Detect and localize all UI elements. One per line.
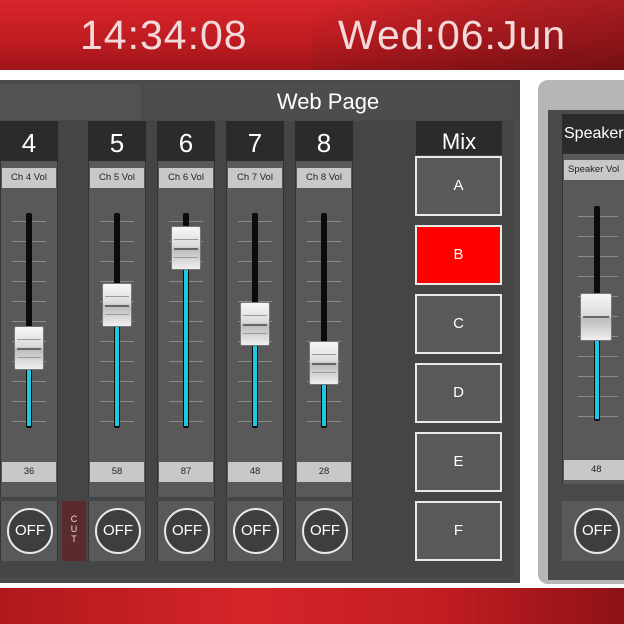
channel-value: 58 — [90, 462, 144, 482]
channel-off-button[interactable]: OFF — [233, 508, 279, 554]
speakers-title: Speakers — [562, 114, 624, 154]
knob-line — [174, 248, 198, 251]
channel-vol-label: Ch 8 Vol — [297, 168, 351, 188]
clock-time: 14:34:08 — [80, 12, 248, 58]
channel-number: 4 — [0, 121, 58, 161]
channel-strip: 5 Ch 5 Vol 58 OFF — [88, 121, 146, 561]
channel-number: 7 — [226, 121, 284, 161]
channel-vol-label: Ch 6 Vol — [159, 168, 213, 188]
panel-title: Web Page — [143, 84, 513, 120]
fader-knob[interactable] — [240, 302, 270, 347]
speakers-value: 48 — [564, 460, 624, 480]
channel-number: 8 — [295, 121, 353, 161]
header-bar: 14:34:08 Wed:06:Jun — [0, 0, 624, 70]
channel-vol-label: Ch 5 Vol — [90, 168, 144, 188]
knob-line — [105, 304, 129, 307]
channel-off-button[interactable]: OFF — [302, 508, 348, 554]
knob-line — [583, 316, 609, 319]
panel-title-text: Web Page — [276, 89, 380, 114]
channel-strip: 4 Ch 4 Vol 36 OFF — [0, 121, 58, 561]
fader-knob[interactable] — [171, 226, 201, 271]
mix-button-c[interactable]: C — [415, 294, 502, 354]
cut-letter: C — [70, 514, 78, 524]
channel-value: 48 — [228, 462, 282, 482]
channel-off-button[interactable]: OFF — [164, 508, 210, 554]
speakers-off-button[interactable]: OFF — [574, 508, 620, 554]
knob-line — [312, 363, 336, 366]
channel-value: 87 — [159, 462, 213, 482]
mix-button-a[interactable]: A — [415, 156, 502, 216]
fader-knob[interactable] — [14, 325, 44, 370]
channel-number: 5 — [88, 121, 146, 161]
channel-strip: 6 Ch 6 Vol 87 OFF — [157, 121, 215, 561]
tab-left-blank[interactable] — [0, 84, 141, 120]
channel-value: 28 — [297, 462, 351, 482]
cut-button[interactable]: C U T — [62, 501, 86, 561]
channel-vol-label: Ch 7 Vol — [228, 168, 282, 188]
mix-button-e[interactable]: E — [415, 432, 502, 492]
fader-fill — [184, 248, 188, 426]
mix-button-b[interactable]: B — [415, 225, 502, 285]
channel-off-button[interactable]: OFF — [95, 508, 141, 554]
cut-letter: U — [70, 524, 78, 534]
mix-button-f[interactable]: F — [415, 501, 502, 561]
channel-vol-label: Ch 4 Vol — [2, 168, 56, 188]
channel-value: 36 — [2, 462, 56, 482]
footer-bar — [0, 588, 624, 624]
knob-line — [243, 324, 267, 327]
speakers-fader-knob[interactable] — [580, 293, 612, 342]
fader-knob[interactable] — [309, 341, 339, 386]
clock-date: Wed:06:Jun — [338, 12, 567, 58]
channel-off-button[interactable]: OFF — [7, 508, 53, 554]
knob-line — [17, 347, 41, 350]
channel-strip: 8 Ch 8 Vol 28 OFF — [295, 121, 353, 561]
fader-knob[interactable] — [102, 282, 132, 327]
channel-number: 6 — [157, 121, 215, 161]
speakers-vol-label: Speaker Vol — [564, 160, 624, 180]
mix-title: Mix — [416, 121, 502, 155]
channel-strip: 7 Ch 7 Vol 48 OFF — [226, 121, 284, 561]
app-root: 14:34:08 Wed:06:Jun Web Page 4 Ch 4 Vol 36… — [0, 0, 624, 624]
mix-button-d[interactable]: D — [415, 363, 502, 423]
cut-letter: T — [71, 534, 77, 544]
